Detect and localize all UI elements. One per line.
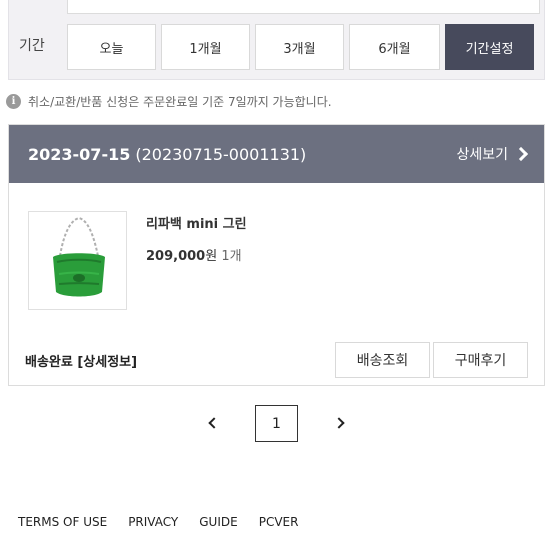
period-6month-button[interactable]: 6개월 bbox=[349, 24, 440, 70]
footer-links: TERMS OF USE PRIVACY GUIDE PCVER bbox=[18, 515, 319, 529]
track-delivery-button[interactable]: 배송조회 bbox=[335, 342, 430, 378]
order-header: 2023-07-15 (20230715-0001131) 상세보기 bbox=[9, 125, 544, 183]
next-page-button[interactable] bbox=[321, 410, 357, 436]
current-page[interactable]: 1 bbox=[255, 405, 298, 442]
notice-text: 취소/교환/반품 신청은 주문완료일 기준 7일까지 가능합니다. bbox=[28, 95, 332, 109]
footer-link-terms[interactable]: TERMS OF USE bbox=[18, 515, 107, 529]
order-number: (20230715-0001131) bbox=[135, 144, 307, 164]
cancel-notice: i 취소/교환/반품 신청은 주문완료일 기준 7일까지 가능합니다. bbox=[6, 93, 332, 110]
green-bag-image bbox=[29, 212, 126, 309]
chevron-right-icon bbox=[333, 417, 345, 429]
footer-link-pcver[interactable]: PCVER bbox=[259, 515, 299, 529]
chevron-left-icon bbox=[208, 417, 220, 429]
period-3month-button[interactable]: 3개월 bbox=[255, 24, 344, 70]
footer-link-guide[interactable]: GUIDE bbox=[199, 515, 237, 529]
product-name[interactable]: 리파백 mini 그린 bbox=[146, 213, 247, 232]
prev-page-button[interactable] bbox=[196, 410, 232, 436]
search-box[interactable] bbox=[67, 0, 540, 14]
product-price-line: 209,000원 1개 bbox=[146, 245, 242, 264]
period-filter-panel: 기간 오늘 1개월 3개월 6개월 기간설정 bbox=[8, 0, 545, 80]
delivery-status[interactable]: 배송완료 [상세정보] bbox=[25, 351, 137, 370]
footer-link-privacy[interactable]: PRIVACY bbox=[128, 515, 178, 529]
info-icon: i bbox=[6, 94, 21, 109]
period-1month-button[interactable]: 1개월 bbox=[161, 24, 250, 70]
product-price: 209,000 bbox=[146, 249, 206, 264]
order-card: 2023-07-15 (20230715-0001131) 상세보기 리파백 mi… bbox=[8, 124, 545, 386]
write-review-button[interactable]: 구매후기 bbox=[433, 342, 528, 378]
order-date: 2023-07-15 bbox=[28, 144, 131, 164]
period-custom-button[interactable]: 기간설정 bbox=[445, 24, 534, 70]
order-detail-link[interactable]: 상세보기 bbox=[456, 144, 529, 164]
pagination: 1 bbox=[0, 398, 553, 448]
product-image[interactable] bbox=[28, 211, 127, 310]
period-today-button[interactable]: 오늘 bbox=[67, 24, 156, 70]
price-unit: 원 bbox=[205, 249, 218, 264]
period-label: 기간 bbox=[19, 38, 45, 54]
chevron-right-icon bbox=[513, 146, 529, 162]
order-detail-label: 상세보기 bbox=[456, 147, 508, 163]
product-quantity: 1개 bbox=[221, 249, 242, 264]
